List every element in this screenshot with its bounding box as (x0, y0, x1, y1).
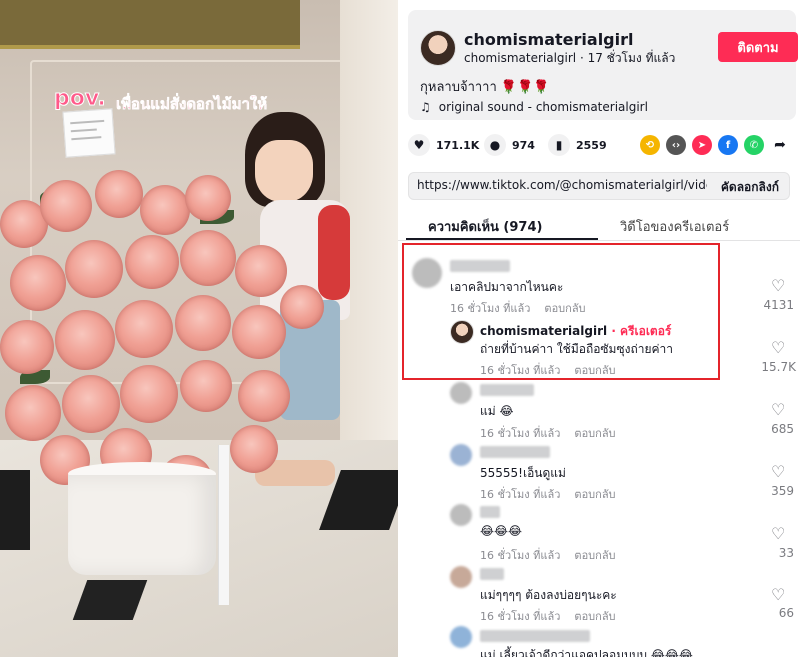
reply-button[interactable]: ตอบกลับ (574, 549, 615, 562)
post-link-text: https://www.tiktok.com/@chomismaterialgi… (417, 178, 707, 192)
sound-title: original sound - chomismaterialgirl (438, 100, 648, 114)
picture-frame (0, 0, 300, 49)
comment-meta: 16 ชั่วโมง ที่แล้ว ตอบกลับ (480, 607, 616, 625)
comment-like-count: 66 (778, 606, 794, 620)
comment-action[interactable]: ● 974 (484, 134, 535, 156)
save-action[interactable]: ▮ 2559 (548, 134, 607, 156)
comment-avatar[interactable] (450, 626, 472, 648)
post-caption: กุหลาบจ้าาาา 🌹🌹🌹 (420, 80, 550, 95)
comment-username-redacted (480, 568, 504, 580)
comment-meta: 16 ชั่วโมง ที่แล้ว ตอบกลับ (480, 424, 616, 442)
follow-button[interactable]: ติดตาม (718, 32, 798, 62)
heart-outline-icon[interactable]: ♡ (771, 585, 785, 604)
comment-avatar[interactable] (450, 444, 472, 466)
author-handle[interactable]: chomismaterialgirl (464, 51, 576, 65)
tab-bar: ความคิดเห็น (974) วิดีโอของครีเอเตอร์ (398, 208, 800, 241)
comment-text: แม่ 😂 (480, 404, 514, 418)
comment-icon: ● (484, 134, 506, 156)
comment-time: 16 ชั่วโมง ที่แล้ว (480, 488, 561, 501)
comment-time: 16 ชั่วโมง ที่แล้ว (480, 610, 561, 623)
comment-meta: 16 ชั่วโมง ที่แล้ว ตอบกลับ (480, 546, 616, 564)
meta-separator: · (579, 51, 588, 65)
comment-username-redacted (480, 630, 590, 642)
copy-link-button[interactable]: คัดลอกลิงก์ (721, 178, 779, 197)
like-count: 171.1K (436, 138, 480, 152)
comment-username-redacted (480, 506, 500, 518)
heart-outline-icon[interactable]: ♡ (771, 524, 785, 543)
bookmark-icon: ▮ (548, 134, 570, 156)
comment-meta: 16 ชั่วโมง ที่แล้ว ตอบกลับ (480, 485, 616, 503)
facebook-icon[interactable]: f (718, 135, 738, 155)
highlight-box (402, 243, 720, 380)
heart-icon: ♥ (408, 134, 430, 156)
embed-icon[interactable]: ‹› (666, 135, 686, 155)
reply-button[interactable]: ตอบกลับ (574, 488, 615, 501)
author-meta: chomismaterialgirl · 17 ชั่วโมง ที่แล้ว (464, 49, 675, 68)
save-count: 2559 (576, 138, 607, 152)
post-detail-panel: chomismaterialgirl chomismaterialgirl · … (398, 0, 800, 657)
like-action[interactable]: ♥ 171.1K (408, 134, 479, 156)
comment-like-count: 15.7K (761, 360, 796, 374)
author-avatar[interactable] (420, 30, 456, 66)
comment-like-count: 4131 (763, 298, 794, 312)
post-time: 17 ชั่วโมง ที่แล้ว (587, 51, 676, 65)
video-preview[interactable]: pov. เพื่อนแม่สั่งดอกไม้มาให้ (0, 0, 398, 657)
send-icon[interactable]: ➤ (692, 135, 712, 155)
active-tab-indicator (406, 238, 598, 240)
comment-time: 16 ชั่วโมง ที่แล้ว (480, 427, 561, 440)
flower-box (68, 475, 216, 575)
post-link-field[interactable]: https://www.tiktok.com/@chomismaterialgi… (408, 172, 790, 200)
tab-comments[interactable]: ความคิดเห็น (974) (428, 216, 542, 237)
comment-time: 16 ชั่วโมง ที่แล้ว (480, 549, 561, 562)
comment-username-redacted (480, 384, 534, 396)
comment-text: แม่ เลี้ยวเจ้าดีกว่าแอคปลอมบบบ 😂😂😂 (480, 648, 693, 657)
reply-button[interactable]: ตอบกลับ (574, 427, 615, 440)
comment-like-count: 33 (778, 546, 794, 560)
comment-avatar[interactable] (450, 566, 472, 588)
overlay-pov-text: pov. (54, 86, 107, 112)
author-card: chomismaterialgirl chomismaterialgirl · … (408, 10, 798, 120)
heart-outline-icon[interactable]: ♡ (771, 338, 785, 357)
comment-avatar[interactable] (450, 382, 472, 404)
comment-like-count: 359 (771, 484, 794, 498)
comment-text: 55555!เอ็นดูแม่ (480, 466, 566, 480)
action-bar: ♥ 171.1K ● 974 ▮ 2559 ⟲ ‹› ➤ f ✆ ➦ (408, 134, 796, 158)
rose-bouquet (0, 170, 330, 503)
heart-outline-icon[interactable]: ♡ (771, 276, 785, 295)
comment-count: 974 (512, 138, 535, 152)
share-arrow-icon[interactable]: ➦ (770, 135, 790, 155)
repost-icon[interactable]: ⟲ (640, 135, 660, 155)
post-sound[interactable]: ♫ original sound - chomismaterialgirl (420, 100, 648, 114)
heart-outline-icon[interactable]: ♡ (771, 462, 785, 481)
comment-avatar[interactable] (450, 504, 472, 526)
overlay-caption-text: เพื่อนแม่สั่งดอกไม้มาให้ (116, 95, 268, 114)
author-username[interactable]: chomismaterialgirl (464, 30, 633, 49)
reply-button[interactable]: ตอบกลับ (574, 610, 615, 623)
comment-like-count: 685 (771, 422, 794, 436)
flower-card (62, 108, 116, 158)
comment-text: แม่ๆๆๆๆ ต้องลงบ่อยๆนะคะ (480, 588, 617, 602)
tab-creator-videos[interactable]: วิดีโอของครีเอเตอร์ (620, 216, 729, 237)
whatsapp-icon[interactable]: ✆ (744, 135, 764, 155)
comment-username-redacted (480, 446, 550, 458)
ribbon (218, 445, 229, 605)
music-note-icon: ♫ (420, 100, 431, 114)
comment-text: 😂😂😂 (480, 524, 523, 538)
heart-outline-icon[interactable]: ♡ (771, 400, 785, 419)
